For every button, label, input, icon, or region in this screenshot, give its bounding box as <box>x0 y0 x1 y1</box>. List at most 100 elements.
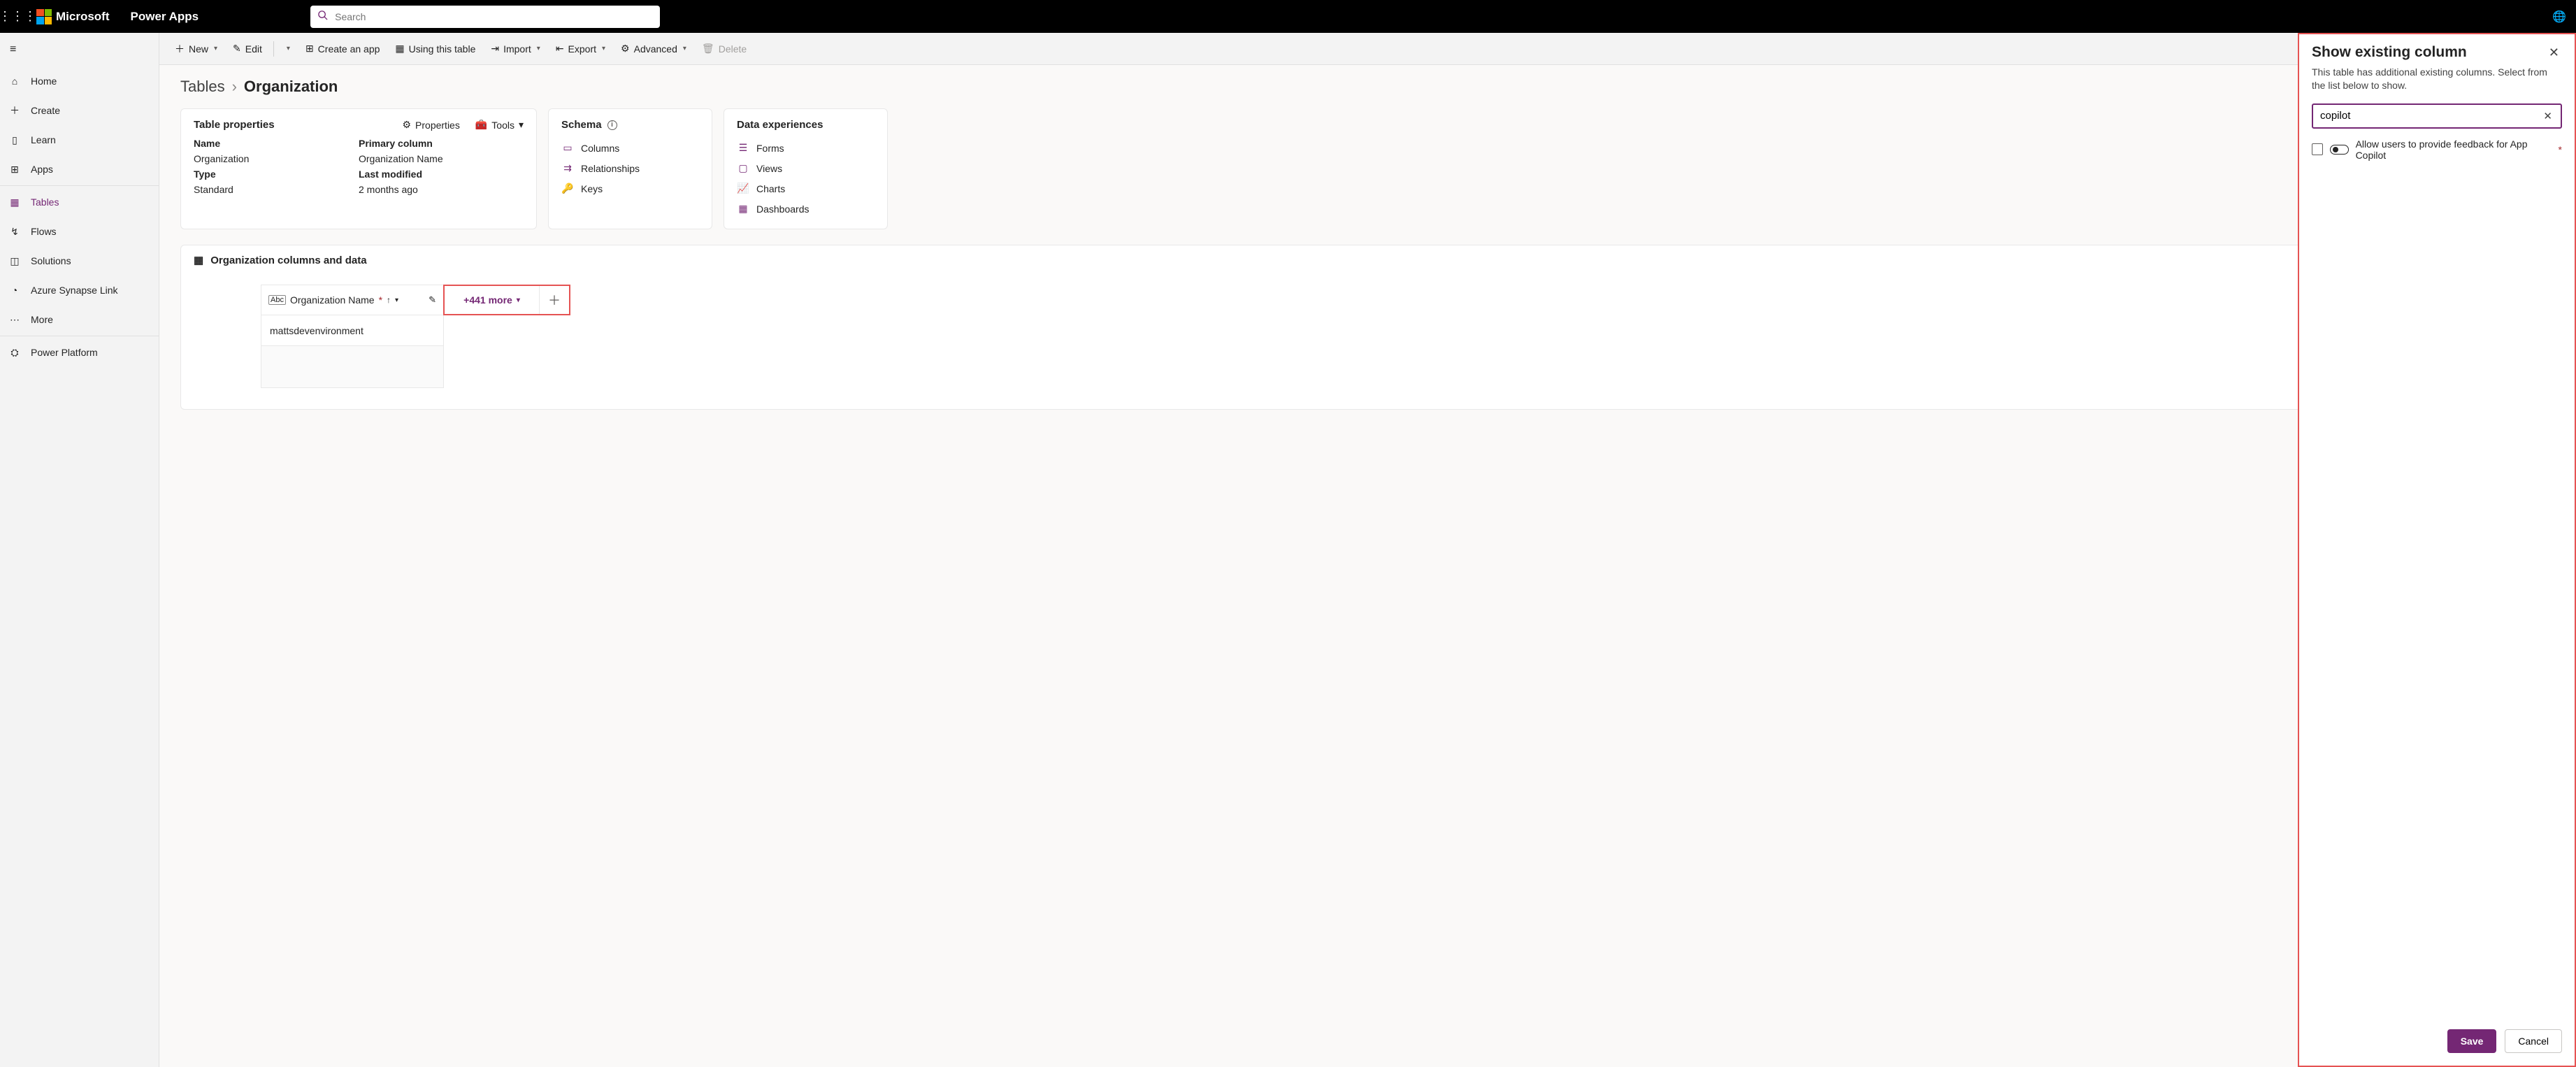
dxp-views-label: Views <box>756 163 782 174</box>
prop-type-label: Type <box>194 169 359 180</box>
cmd-import[interactable]: ⇥ Import ▾ <box>485 40 545 57</box>
nav-flows[interactable]: ↯ Flows <box>0 217 159 246</box>
columns-and-data-panel: ▦ Organization columns and data Abc Orga… <box>180 245 2555 410</box>
cmd-import-label: Import <box>503 43 531 55</box>
chevron-down-icon: ▾ <box>287 45 290 52</box>
nav-synapse[interactable]: ◔ Azure Synapse Link <box>0 275 159 305</box>
cmd-create-app[interactable]: ⊞ Create an app <box>300 40 385 57</box>
nav-learn[interactable]: ▯ Learn <box>0 125 159 155</box>
toolbox-icon: 🧰 <box>475 119 487 131</box>
prop-type-value: Standard <box>194 184 359 195</box>
cancel-button[interactable]: Cancel <box>2505 1029 2562 1053</box>
cmd-edit[interactable]: ✎ Edit <box>227 40 268 57</box>
schema-relationships[interactable]: ⇉ Relationships <box>561 158 699 178</box>
schema-relationships-label: Relationships <box>581 163 640 174</box>
pencil-icon: ✎ <box>233 43 241 55</box>
cmd-delete-label: Delete <box>719 43 747 55</box>
dxp-forms[interactable]: ☰ Forms <box>737 138 875 158</box>
power-platform-icon: ⛭ <box>8 347 21 359</box>
nav-flows-label: Flows <box>31 226 57 237</box>
nav-create[interactable]: ＋ Create <box>0 96 159 125</box>
nav-learn-label: Learn <box>31 134 56 145</box>
tools-button[interactable]: 🧰 Tools ▾ <box>475 119 524 131</box>
chevron-down-icon: ▾ <box>517 296 520 304</box>
breadcrumb-root[interactable]: Tables <box>180 78 225 96</box>
plus-icon: ＋ <box>175 42 185 56</box>
key-icon: 🔑 <box>561 182 574 194</box>
microsoft-logo-icon <box>36 9 52 24</box>
chevron-down-icon: ▾ <box>602 45 605 52</box>
main-region: ＋ New ▾ ✎ Edit ▾ ⊞ Create an app ▦ Using… <box>159 33 2576 1067</box>
info-icon[interactable]: i <box>607 120 617 130</box>
cmd-edit-split[interactable]: ▾ <box>280 42 296 55</box>
properties-button[interactable]: ⚙ Properties <box>402 119 459 131</box>
nav-power-platform[interactable]: ⛭ Power Platform <box>0 338 159 367</box>
chevron-down-icon[interactable]: ▾ <box>395 296 398 304</box>
column-header-org-name[interactable]: Abc Organization Name * ↑ ▾ ✎ <box>261 285 444 315</box>
pencil-icon[interactable]: ✎ <box>429 294 436 306</box>
dxp-charts-label: Charts <box>756 183 785 194</box>
cmd-new[interactable]: ＋ New ▾ <box>169 39 223 59</box>
view-icon: ▢ <box>737 162 749 174</box>
save-button[interactable]: Save <box>2447 1029 2497 1053</box>
nav-solutions[interactable]: ◫ Solutions <box>0 246 159 275</box>
environment-icon[interactable]: 🌐 <box>2552 10 2566 24</box>
cmd-create-app-label: Create an app <box>318 43 380 55</box>
column-search-input[interactable] <box>2319 109 2540 122</box>
chart-icon: 📈 <box>737 182 749 194</box>
close-icon[interactable]: ✕ <box>2546 44 2562 62</box>
dxp-dashboards[interactable]: ▦ Dashboards <box>737 199 875 219</box>
dxp-charts[interactable]: 📈 Charts <box>737 178 875 199</box>
global-search-input[interactable] <box>333 10 653 23</box>
cmd-edit-label: Edit <box>245 43 262 55</box>
toggle-icon <box>2330 145 2348 155</box>
tools-label: Tools <box>491 120 515 131</box>
cmd-delete[interactable]: 🗑 Delete <box>696 40 752 57</box>
nav-apps[interactable]: ⊞ Apps <box>0 155 159 184</box>
add-column-button[interactable]: ＋ <box>540 286 569 314</box>
more-columns-button[interactable]: +441 more ▾ <box>445 286 540 314</box>
cmd-advanced[interactable]: ⚙ Advanced ▾ <box>615 40 692 57</box>
nav-toggle[interactable]: ≡ <box>0 33 159 66</box>
result-checkbox[interactable] <box>2312 143 2323 155</box>
dxp-views[interactable]: ▢ Views <box>737 158 875 178</box>
cmd-using-table-label: Using this table <box>409 43 476 55</box>
nav-tables[interactable]: ▦ Tables <box>0 187 159 217</box>
column-result-row[interactable]: Allow users to provide feedback for App … <box>2312 138 2562 161</box>
app-icon: ⊞ <box>305 43 314 55</box>
nav-more[interactable]: ⋯ More <box>0 305 159 334</box>
properties-label: Properties <box>415 120 460 131</box>
nav-apps-label: Apps <box>31 164 53 175</box>
dxp-forms-label: Forms <box>756 143 784 154</box>
plus-icon: ＋ <box>8 103 21 117</box>
search-icon <box>317 10 328 24</box>
global-search[interactable] <box>310 6 660 28</box>
cmd-using-table[interactable]: ▦ Using this table <box>389 40 481 57</box>
app-launcher-icon[interactable]: ⋮⋮⋮ <box>3 9 32 24</box>
data-grid-icon: ▦ <box>194 254 203 266</box>
app-title[interactable]: Power Apps <box>131 10 199 24</box>
table-row[interactable]: mattsdevenvironment <box>261 315 444 346</box>
solutions-icon: ◫ <box>8 255 21 267</box>
nav-more-label: More <box>31 314 53 325</box>
text-type-icon: Abc <box>268 295 286 305</box>
nav-home[interactable]: ⌂ Home <box>0 66 159 96</box>
clear-search-icon[interactable]: ✕ <box>2540 110 2555 122</box>
content-area: Tables › Organization Table properties ⚙… <box>159 65 2576 1067</box>
chevron-down-icon: ▾ <box>683 45 686 52</box>
chevron-down-icon: ▾ <box>214 45 217 52</box>
column-header-label: Organization Name <box>290 294 375 306</box>
nav-solutions-label: Solutions <box>31 255 71 266</box>
chevron-down-icon: ▾ <box>519 119 524 131</box>
book-icon: ▯ <box>8 134 21 146</box>
schema-columns[interactable]: ▭ Columns <box>561 138 699 158</box>
data-panel-title: Organization columns and data <box>210 255 366 266</box>
sort-asc-icon: ↑ <box>387 295 391 305</box>
cmd-export[interactable]: ⇤ Export ▾ <box>550 40 611 57</box>
nav-create-label: Create <box>31 105 60 116</box>
column-search[interactable]: ✕ <box>2312 103 2562 129</box>
schema-title: Schema <box>561 119 602 131</box>
schema-keys[interactable]: 🔑 Keys <box>561 178 699 199</box>
synapse-icon: ◔ <box>8 285 21 296</box>
microsoft-logo[interactable]: Microsoft <box>36 9 110 24</box>
